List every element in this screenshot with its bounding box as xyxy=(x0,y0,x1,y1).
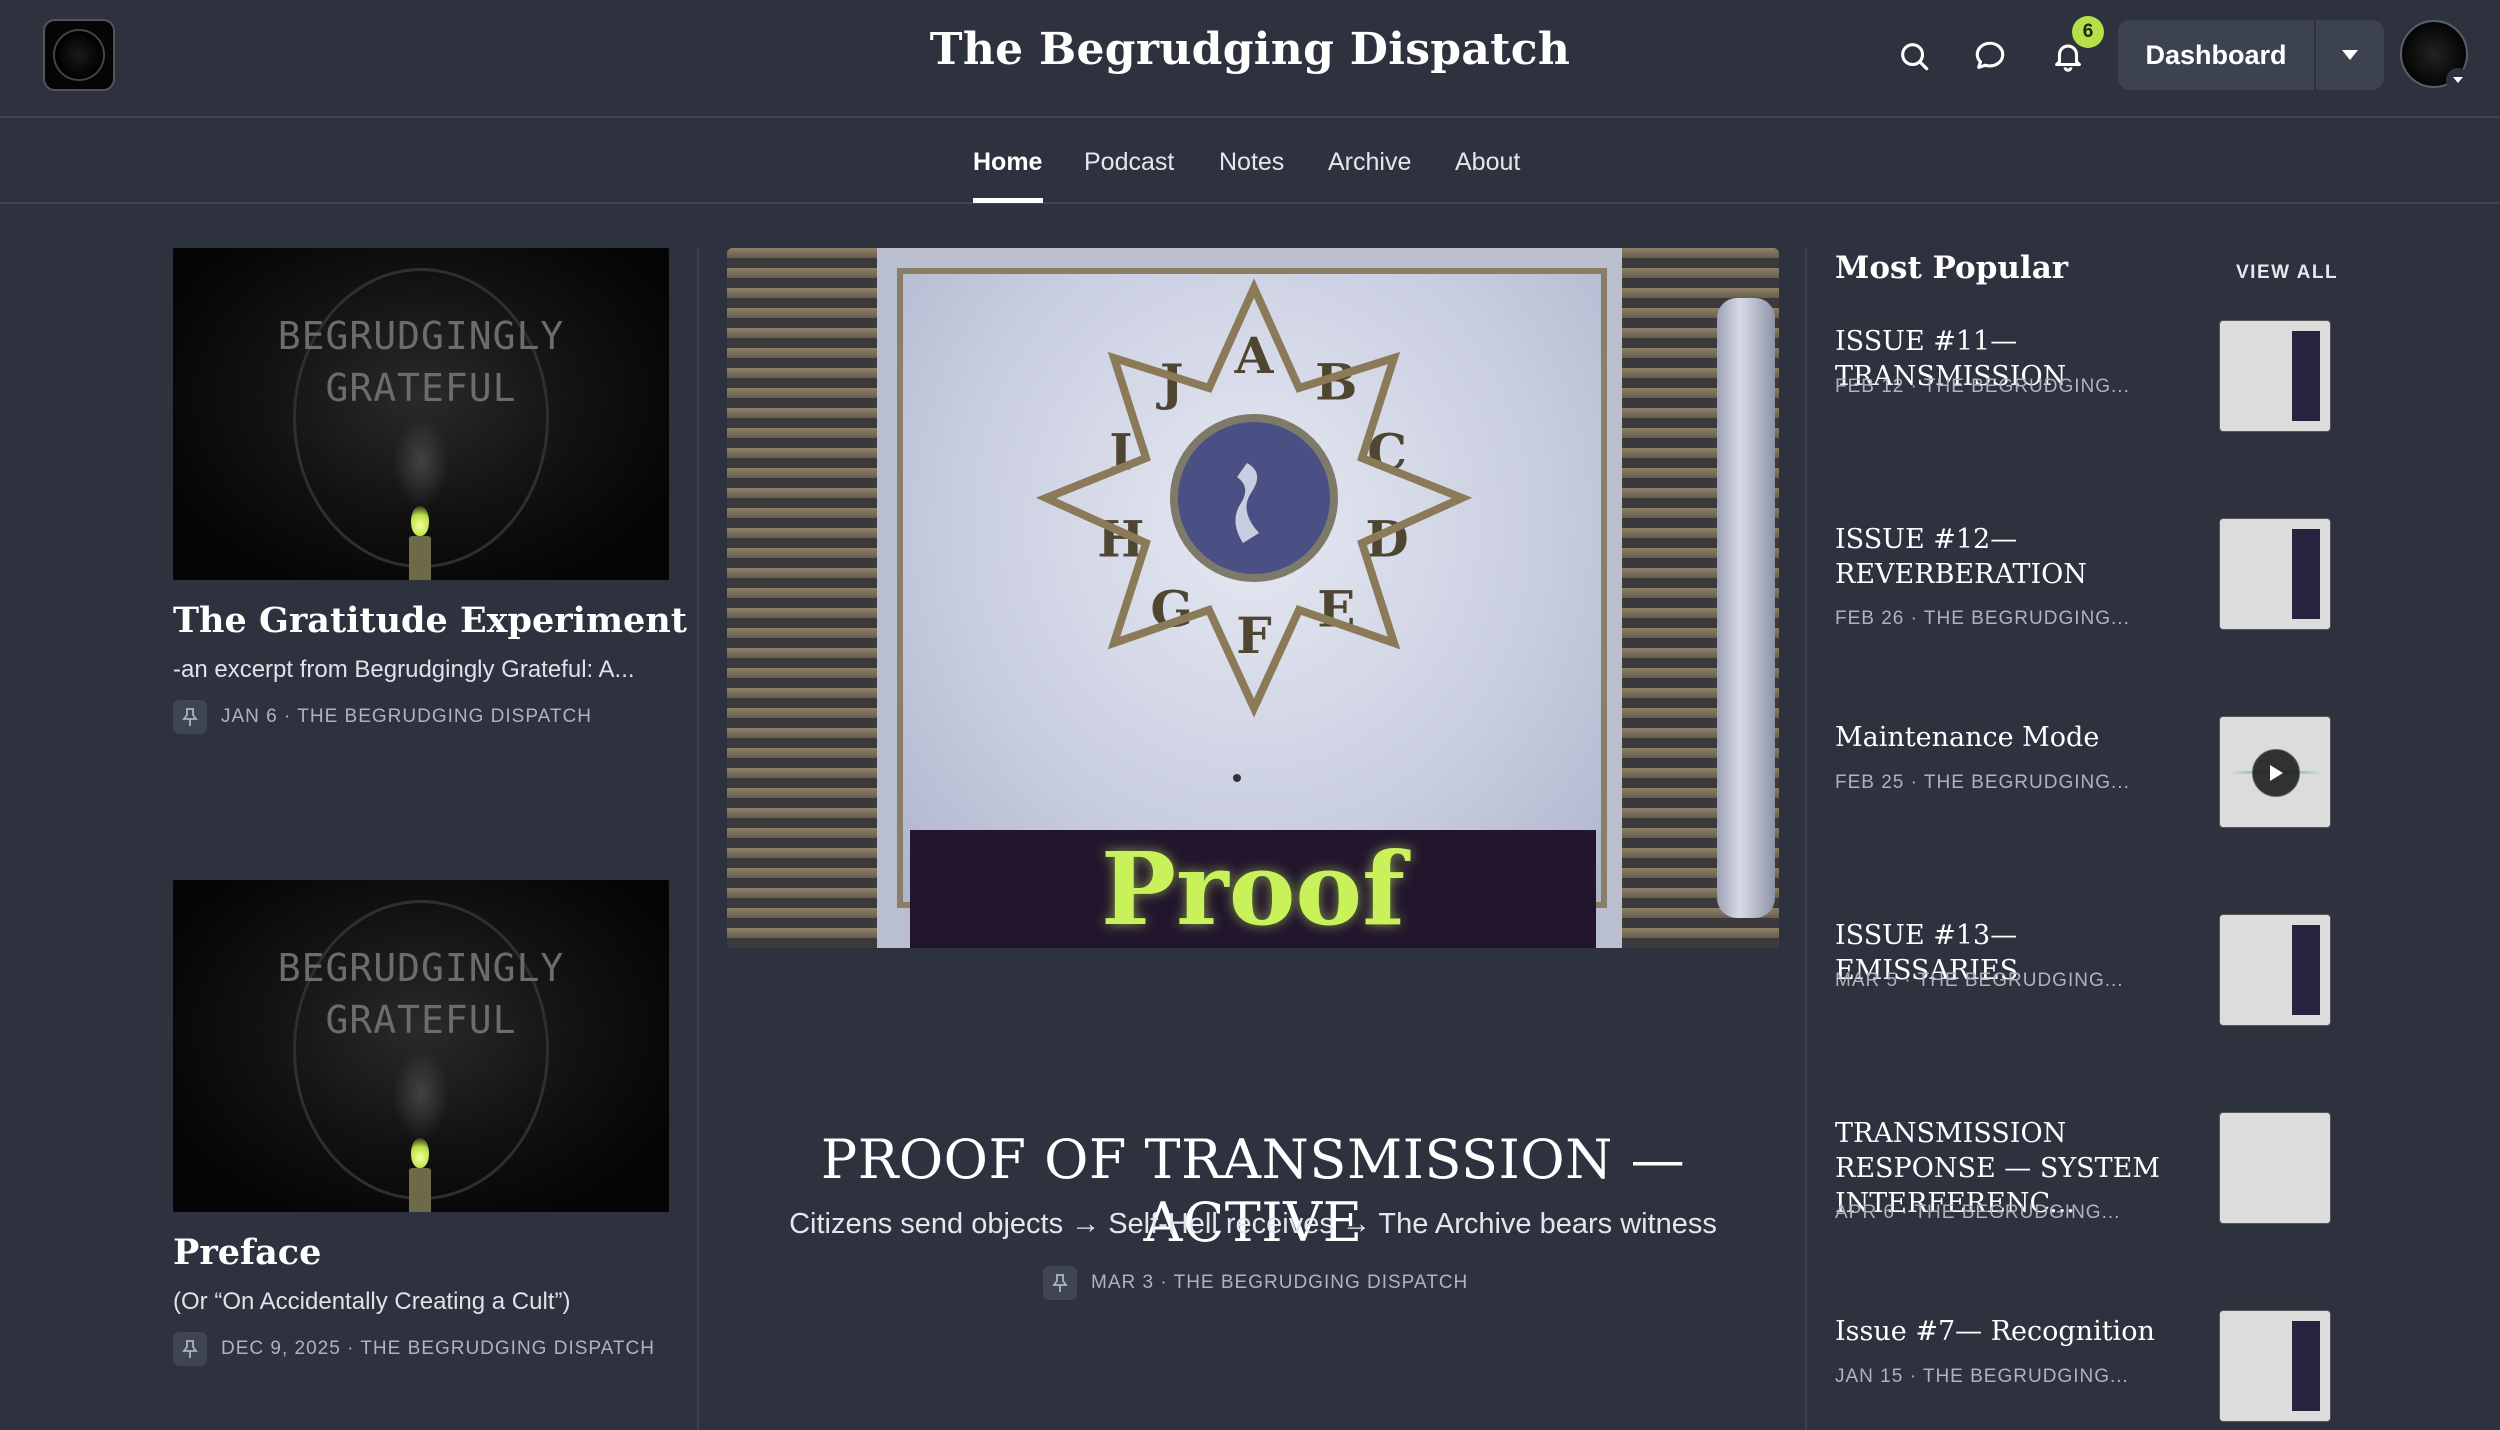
nav-podcast[interactable]: Podcast xyxy=(1084,148,1174,177)
star-letter: A xyxy=(1234,326,1275,385)
popular-item-meta: FEB 25 · THE BEGRUDGING... xyxy=(1835,772,2130,793)
popular-item-meta: FEB 12 · THE BEGRUDGING... xyxy=(1835,376,2130,397)
post-subtitle[interactable]: -an excerpt from Begrudgingly Grateful: … xyxy=(173,656,635,684)
publication-logo[interactable] xyxy=(43,19,115,91)
post-thumbnail[interactable]: BEGRUDGINGLY GRATEFUL xyxy=(173,248,669,580)
play-icon[interactable] xyxy=(2252,749,2300,797)
popular-item-thumbnail[interactable] xyxy=(2219,320,2331,432)
popular-item-thumbnail[interactable] xyxy=(2219,716,2331,828)
pin-icon xyxy=(173,700,207,734)
column-divider xyxy=(697,248,699,1430)
section-nav: Home Podcast Notes Archive About xyxy=(0,120,2500,204)
nav-home[interactable]: Home xyxy=(973,148,1042,177)
featured-meta: MAR 3 · THE BEGRUDGING DISPATCH xyxy=(1043,1266,1468,1300)
post-subtitle[interactable]: (Or “On Accidentally Creating a Cult”) xyxy=(173,1288,570,1316)
thumbnail-text: BEGRUDGINGLY GRATEFUL xyxy=(277,314,565,410)
nav-archive[interactable]: Archive xyxy=(1328,148,1411,177)
dashboard-dropdown-button[interactable] xyxy=(2316,20,2384,90)
post-title[interactable]: The Gratitude Experiment xyxy=(173,600,687,641)
column-divider xyxy=(1805,248,1807,1430)
popular-item-meta: FEB 26 · THE BEGRUDGING... xyxy=(1835,608,2130,629)
thumbnail-text: BEGRUDGINGLY GRATEFUL xyxy=(277,946,565,1042)
pin-icon xyxy=(173,1332,207,1366)
search-icon[interactable] xyxy=(1892,34,1936,78)
post-meta: JAN 6 · THE BEGRUDGING DISPATCH xyxy=(173,700,592,734)
chat-icon[interactable] xyxy=(1968,34,2012,78)
site-header: The Begrudging Dispatch 6 Dashboard xyxy=(0,0,2500,118)
avatar-caret-icon[interactable] xyxy=(2446,68,2470,92)
popular-item-meta: APR 6 · THE BEGRUDGING... xyxy=(1835,1202,2121,1223)
featured-image[interactable]: ABCDEFGHIJ Proof xyxy=(727,248,1779,948)
popular-item-thumbnail[interactable] xyxy=(2219,1310,2331,1422)
post-thumbnail[interactable]: BEGRUDGINGLY GRATEFUL xyxy=(173,880,669,1212)
most-popular-heading: Most Popular xyxy=(1835,250,2069,286)
post-title[interactable]: Preface xyxy=(173,1232,321,1273)
popular-item-title[interactable]: ISSUE #12— REVERBERATION xyxy=(1835,522,2195,592)
featured-subtitle[interactable]: Citizens send objects → Self-Hell receiv… xyxy=(727,1208,1779,1241)
nav-active-indicator xyxy=(973,198,1043,203)
popular-item-meta: JAN 15 · THE BEGRUDGING... xyxy=(1835,1366,2129,1387)
popular-item-meta: MAR 5 · THE BEGRUDGING... xyxy=(1835,970,2124,991)
star-letter: F xyxy=(1236,606,1272,665)
view-all-link[interactable]: VIEW ALL xyxy=(2236,262,2338,284)
popular-item-thumbnail[interactable] xyxy=(2219,914,2331,1026)
nav-notes[interactable]: Notes xyxy=(1219,148,1284,177)
caret-down-icon xyxy=(2342,50,2358,60)
dashboard-button[interactable]: Dashboard xyxy=(2118,20,2314,90)
proof-label: Proof xyxy=(910,830,1596,948)
popular-item-thumbnail[interactable] xyxy=(2219,1112,2331,1224)
popular-item-title[interactable]: Maintenance Mode xyxy=(1835,720,2195,755)
post-meta: DEC 9, 2025 · THE BEGRUDGING DISPATCH xyxy=(173,1332,655,1366)
popular-item-thumbnail[interactable] xyxy=(2219,518,2331,630)
nav-about[interactable]: About xyxy=(1455,148,1520,177)
pin-icon xyxy=(1043,1266,1077,1300)
popular-item-title[interactable]: Issue #7— Recognition xyxy=(1835,1314,2195,1349)
notification-badge: 6 xyxy=(2072,16,2104,48)
